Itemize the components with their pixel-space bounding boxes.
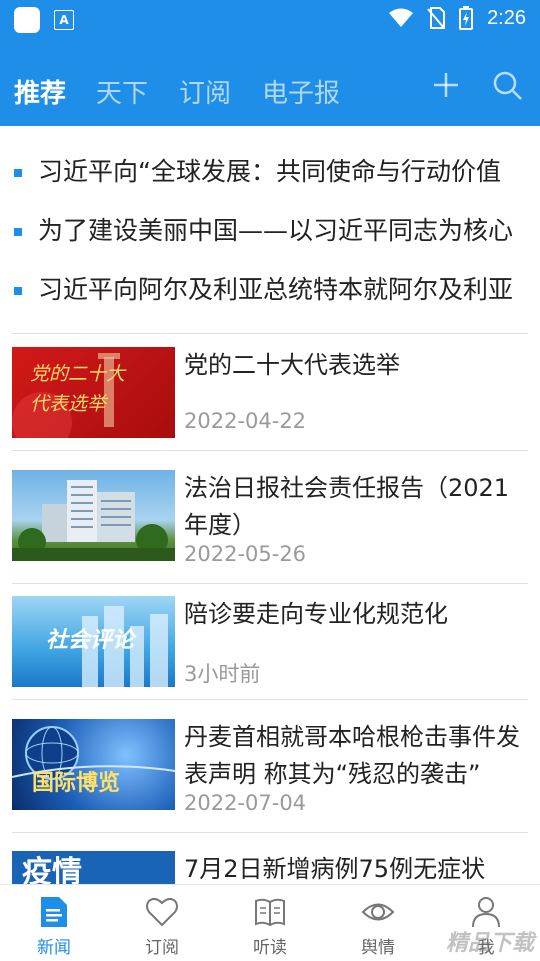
news-date: 2022-05-26	[184, 542, 307, 566]
divider	[12, 699, 528, 700]
a-notification-icon: A	[54, 10, 74, 30]
divider	[12, 583, 528, 584]
person-icon	[472, 897, 500, 928]
news-thumbnail: 党的二十大 代表选举	[12, 347, 175, 438]
news-item[interactable]: 法治日报社会责任报告（2021年度） 2022-05-26	[12, 470, 528, 566]
bullet-icon	[14, 169, 22, 177]
news-icon	[41, 897, 67, 927]
news-thumbnail: 社会评论	[12, 596, 175, 687]
bottom-nav: 新闻 订阅 听读 舆情 我 精品下载	[0, 884, 540, 961]
divider	[12, 450, 528, 451]
clock: 2:26	[487, 6, 526, 29]
wifi-icon	[389, 8, 414, 27]
divider	[12, 832, 528, 833]
nav-public-opinion[interactable]: 舆情	[324, 885, 432, 961]
status-bar: A 2:26	[0, 0, 540, 36]
news-item[interactable]: 国际博览 丹麦首相就哥本哈根枪击事件发表声明 称其为“残忍的袭击” 2022-0…	[12, 719, 528, 815]
battery-charging-icon	[459, 6, 474, 30]
news-title: 法治日报社会责任报告（2021年度）	[184, 474, 510, 539]
nav-subscribe[interactable]: 订阅	[108, 885, 216, 961]
tab-subscribe[interactable]: 订阅	[179, 73, 231, 110]
eye-icon	[361, 903, 395, 921]
news-title: 丹麦首相就哥本哈根枪击事件发表声明 称其为“残忍的袭击”	[184, 723, 520, 788]
heart-icon	[146, 897, 178, 927]
no-sim-icon	[427, 7, 446, 29]
news-title: 党的二十大代表选举	[184, 351, 400, 379]
book-icon	[255, 898, 285, 927]
divider	[12, 333, 528, 334]
top-nav-bar: 推荐 天下 订阅 电子报	[0, 36, 540, 126]
news-item[interactable]: 疫情 7月2日新增病例75例无症状	[12, 851, 528, 884]
tab-recommend[interactable]: 推荐	[14, 73, 66, 110]
news-date: 2022-07-04	[184, 791, 307, 815]
nav-listen-read[interactable]: 听读	[216, 885, 324, 961]
search-icon[interactable]	[492, 70, 524, 102]
headline-item[interactable]: 习近平向“全球发展：共同使命与行动价值	[14, 152, 540, 192]
bullet-icon	[14, 228, 22, 236]
nav-news[interactable]: 新闻	[0, 885, 108, 961]
news-item[interactable]: 党的二十大 代表选举 党的二十大代表选举 2022-04-22	[12, 347, 528, 442]
news-thumbnail	[12, 470, 175, 561]
news-title: 7月2日新增病例75例无症状	[184, 855, 486, 883]
headline-item[interactable]: 为了建设美丽中国——以习近平同志为核心	[14, 211, 540, 251]
app-notification-icon	[14, 7, 40, 33]
news-date: 2022-04-22	[184, 409, 307, 433]
plus-icon[interactable]	[431, 70, 461, 100]
news-date: 3小时前	[184, 662, 261, 686]
bullet-icon	[14, 287, 22, 295]
news-item[interactable]: 社会评论 陪诊要走向专业化规范化 3小时前	[12, 596, 528, 691]
headline-item[interactable]: 习近平向阿尔及利亚总统特本就阿尔及利亚	[14, 270, 540, 310]
tab-world[interactable]: 天下	[96, 73, 148, 110]
news-title: 陪诊要走向专业化规范化	[184, 600, 448, 628]
watermark: 精品下载	[445, 931, 534, 956]
news-thumbnail: 疫情	[12, 851, 175, 884]
news-thumbnail: 国际博览	[12, 719, 175, 810]
tab-e-paper[interactable]: 电子报	[262, 73, 340, 110]
